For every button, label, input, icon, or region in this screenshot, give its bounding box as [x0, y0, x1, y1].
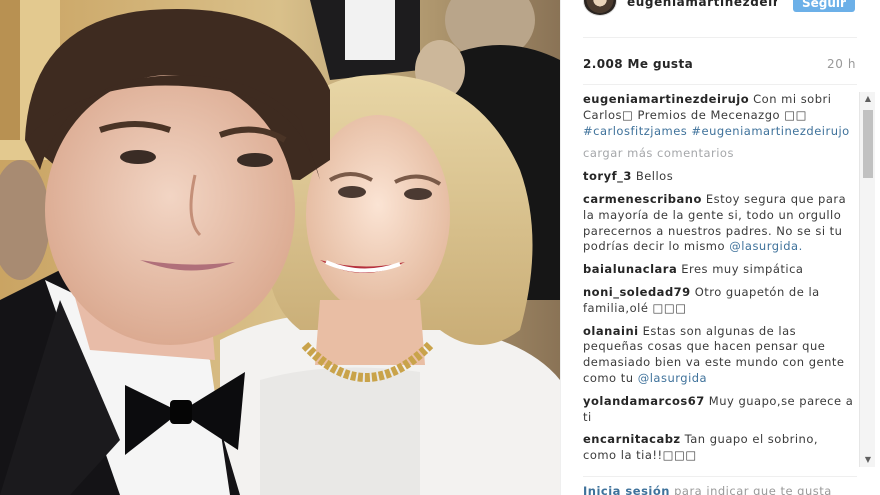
post-header: eugeniamartinezdeiru… Seguir: [561, 0, 880, 18]
avatar[interactable]: [583, 0, 617, 16]
comments-scrollbar[interactable]: ▲ ▼: [859, 92, 875, 467]
caption-user[interactable]: eugeniamartinezdeirujo: [583, 92, 749, 106]
list-item: noni_soledad79 Otro guapetón de la famili…: [583, 285, 855, 317]
scroll-down-arrow-icon[interactable]: ▼: [860, 453, 876, 467]
post-username[interactable]: eugeniamartinezdeiru…: [627, 0, 777, 9]
comment-text: Bellos: [635, 169, 674, 184]
comment-user[interactable]: noni_soledad79: [583, 285, 691, 299]
caption: eugeniamartinezdeirujo Con mi sobri Carlo…: [583, 92, 855, 139]
scroll-up-arrow-icon[interactable]: ▲: [860, 92, 876, 106]
comment-user[interactable]: baialunaclara: [583, 262, 677, 276]
comment-user[interactable]: yolandamarcos67: [583, 394, 705, 408]
list-item: olanaini Estas son algunas de las pequeña…: [583, 324, 855, 387]
login-link[interactable]: Inicia sesión: [583, 484, 670, 495]
post-sidebar: eugeniamartinezdeiru… Seguir 2.008 Me gu…: [560, 0, 880, 495]
post-time[interactable]: 20 h: [827, 57, 856, 71]
comment-user[interactable]: olanaini: [583, 324, 639, 338]
scrollbar-thumb[interactable]: [863, 110, 873, 178]
login-prompt-text: para indicar que te gusta: [674, 484, 832, 495]
list-item: carmenescribano Estoy segura que para la …: [583, 192, 855, 255]
list-item: encarnitacabz Tan guapo el sobrino, como …: [583, 432, 855, 464]
divider: [583, 476, 857, 477]
list-item: baialunaclara Eres muy simpática: [583, 262, 855, 278]
comment-mention[interactable]: @lasurgida.: [729, 239, 803, 253]
login-prompt: Inicia sesión para indicar que te gusta: [583, 484, 832, 495]
load-more-comments-link[interactable]: cargar más comentarios: [583, 146, 855, 162]
comment-user[interactable]: toryf_3: [583, 169, 632, 183]
comment-user[interactable]: encarnitacabz: [583, 432, 681, 446]
likes-count[interactable]: 2.008 Me gusta: [583, 57, 693, 71]
selfie-image: [0, 0, 560, 495]
list-item: yolandamarcos67 Muy guapo,se parece a ti: [583, 394, 855, 426]
divider: [583, 37, 857, 38]
comment-text: Eres muy simpática: [681, 262, 804, 277]
list-item: toryf_3 Bellos: [583, 169, 855, 185]
divider: [583, 84, 857, 85]
comments-list: eugeniamartinezdeirujo Con mi sobri Carlo…: [583, 92, 855, 467]
caption-hashtags[interactable]: #carlosfitzjames #eugeniamartinezdeirujo: [583, 124, 850, 138]
comment-mention[interactable]: @lasurgida: [638, 371, 707, 385]
post-photo[interactable]: [0, 0, 560, 495]
follow-button[interactable]: Seguir: [793, 0, 855, 12]
comment-user[interactable]: carmenescribano: [583, 192, 702, 206]
